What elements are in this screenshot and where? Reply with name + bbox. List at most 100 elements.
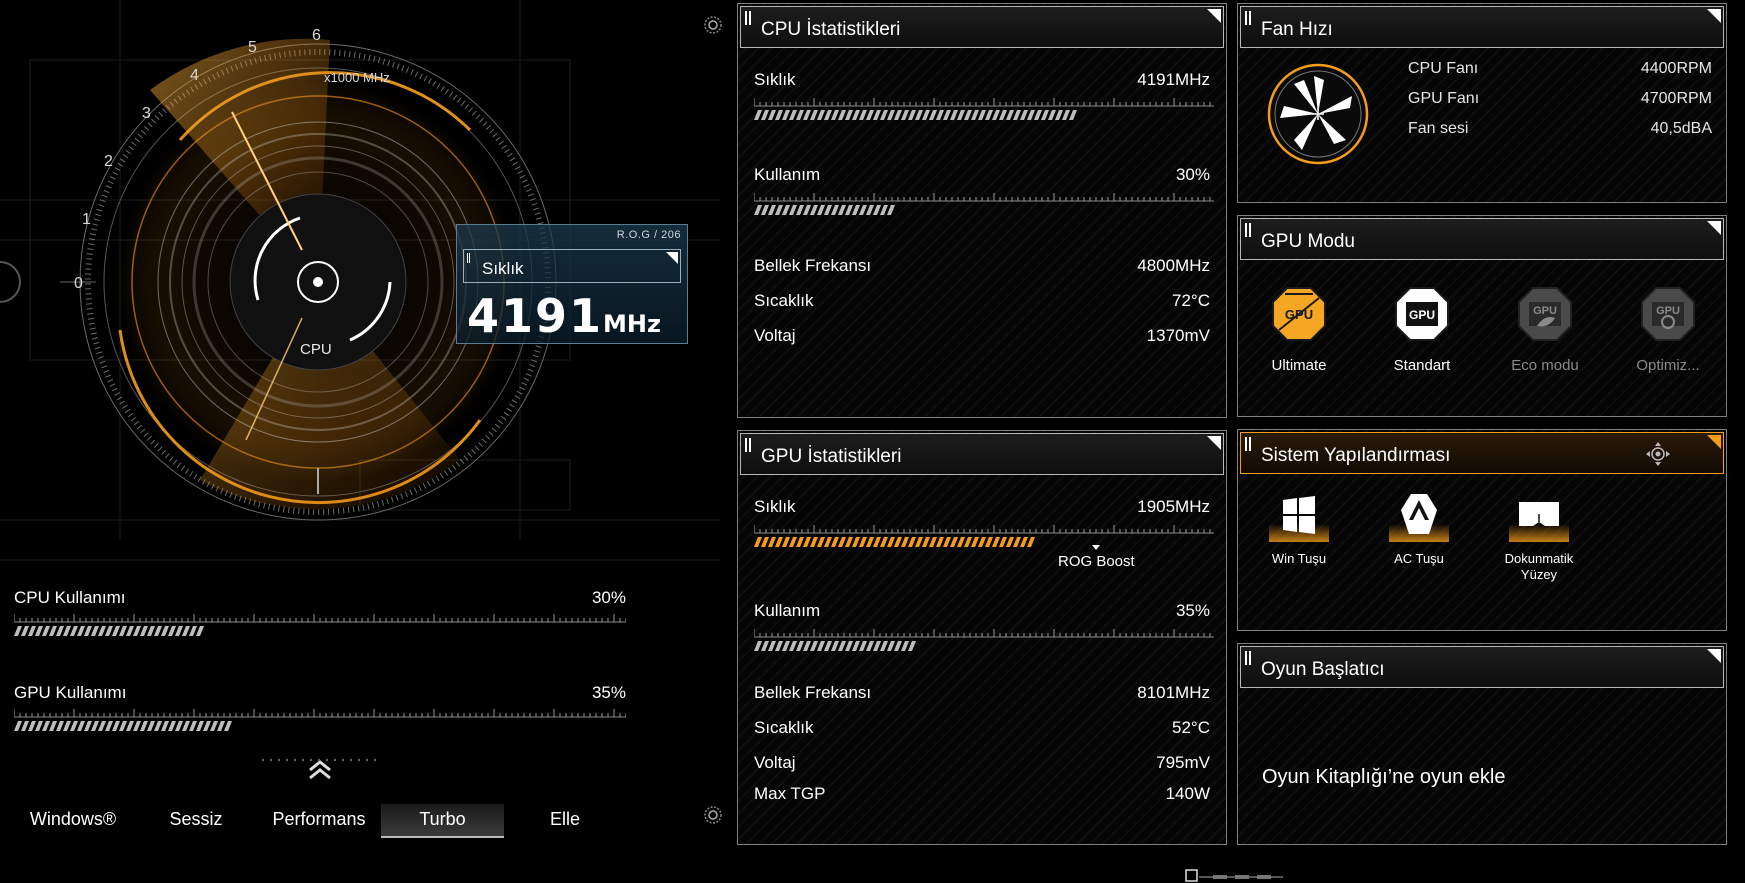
touchpad-toggle[interactable]: Dokunmatik Yüzey (1494, 490, 1584, 583)
gpu-mode-panel: GPU Modu GPU Ultimate GPU Standart GPU E… (1237, 215, 1727, 417)
bar-fill (754, 110, 1077, 120)
corner-triangle-icon (1207, 9, 1221, 23)
gpu-stats-header: GPU İstatistikleri (740, 433, 1224, 475)
cpu-frequency-readout: R.O.G / 206 Sıklık 4191MHz (456, 224, 688, 344)
gpu-chip-text: GPU (1285, 307, 1313, 322)
win-key-label: Win Tuşu (1271, 551, 1327, 566)
cpu-usage-value: 30% (1175, 165, 1210, 184)
game-launcher-title: Oyun Başlatıcı (1261, 659, 1385, 680)
gpu-mode-standard-label: Standart (1393, 357, 1451, 374)
gauge-tick-5: 5 (248, 39, 257, 56)
corner-triangle-icon (1707, 435, 1721, 449)
cpu-temperature-value: 72°C (1172, 291, 1210, 310)
ac-key-toggle[interactable]: AC Tuşu (1374, 490, 1464, 567)
cpu-usage-bar (754, 193, 1214, 215)
cpu-fan-value: 4400RPM (1640, 60, 1712, 77)
cpu-frequency-value: 4191MHz (1137, 70, 1210, 89)
move-icon[interactable] (1645, 441, 1671, 467)
cpu-memory-frequency-label: Bellek Frekansı (754, 256, 872, 275)
cpu-usage-meter: CPU Kullanımı 30% (14, 588, 626, 648)
cpu-voltage-value: 1370mV (1146, 326, 1210, 345)
page-indicator[interactable] (1185, 869, 1285, 883)
gpu-mode-optimized-label: Optimiz... (1636, 357, 1700, 374)
gpu-optimized-icon: GPU (1641, 287, 1695, 341)
armoury-crate-key-icon (1389, 494, 1449, 542)
gpu-usage-bar (754, 629, 1214, 651)
tick-marks-icon (1245, 437, 1251, 451)
tick-marks-icon (1245, 223, 1251, 237)
mode-turbo-button[interactable]: Turbo (381, 804, 504, 838)
bar-fill (754, 641, 916, 651)
frequency-unit: MHz (603, 310, 661, 338)
fan-speed-header: Fan Hızı (1240, 6, 1724, 48)
gpu-mode-eco-label: Eco modu (1511, 357, 1579, 374)
gpu-fan-value: 4700RPM (1640, 90, 1712, 107)
handle-dots (262, 759, 380, 761)
gpu-mode-ultimate-label: Ultimate (1271, 357, 1327, 374)
gauge-tick-3: 3 (142, 105, 151, 122)
mode-silent-button[interactable]: Sessiz (141, 804, 251, 838)
gpu-ultimate-icon: GPU (1272, 287, 1326, 341)
cpu-usage-bar (14, 614, 626, 636)
gauge-tick-2: 2 (104, 153, 113, 170)
gpu-stats-title: GPU İstatistikleri (761, 446, 902, 467)
gauge-center-label: CPU (300, 341, 332, 358)
frequency-value: 4191 (467, 289, 604, 343)
gpu-chip-text: GPU (1409, 308, 1435, 322)
gear-icon[interactable] (703, 15, 723, 35)
cpu-usage-value: 30% (591, 588, 626, 607)
gpu-mode-standard[interactable]: GPU Standart (1367, 284, 1477, 374)
cpu-memory-frequency-value: 4800MHz (1137, 256, 1210, 275)
fan-speed-panel: Fan Hızı CPU Fanı 4400RPM GPU Fanı 4700R… (1237, 3, 1727, 203)
mode-manual-button[interactable]: Elle (510, 804, 620, 838)
gear-icon[interactable] (703, 805, 723, 825)
gpu-temperature-label: Sıcaklık (754, 718, 814, 737)
cpu-frequency-label: Sıklık (754, 70, 796, 89)
bar-fill (14, 626, 204, 636)
cpu-frequency-bar (754, 98, 1214, 120)
cpu-fan-label: CPU Fanı (1408, 60, 1479, 77)
gpu-frequency-bar (754, 525, 1214, 547)
gpu-temperature-value: 52°C (1172, 718, 1210, 737)
cpu-stats-title: CPU İstatistikleri (761, 19, 901, 40)
corner-triangle-icon (1707, 221, 1721, 235)
fan-noise-label: Fan sesi (1408, 120, 1469, 137)
gpu-memory-frequency-value: 8101MHz (1137, 683, 1210, 702)
tick-marks-icon (1245, 11, 1251, 25)
gpu-chip-text: GPU (1533, 305, 1557, 317)
bar-fill (14, 721, 232, 731)
operating-mode-selector: Windows® Sessiz Performans Turbo Elle (0, 780, 640, 840)
frequency-label: Sıklık (482, 259, 524, 278)
gpu-usage-meter: GPU Kullanımı 35% (14, 683, 626, 743)
corner-triangle-icon (666, 252, 678, 264)
cpu-usage-label: Kullanım (754, 165, 821, 184)
gauge-tick-6: 6 (312, 27, 321, 44)
rog-boost-label: ROG Boost (1058, 553, 1135, 570)
corner-triangle-icon (1707, 649, 1721, 663)
gpu-frequency-value: 1905MHz (1137, 497, 1210, 516)
add-game-link[interactable]: Oyun Kitaplığı’ne oyun ekle (1262, 766, 1506, 789)
gpu-mode-optimized[interactable]: GPU Optimiz... (1613, 284, 1723, 374)
system-config-title: Sistem Yapılandırması (1261, 445, 1451, 466)
gpu-usage-bar (14, 709, 626, 731)
tick-marks-icon (745, 11, 751, 25)
cpu-temperature-label: Sıcaklık (754, 291, 814, 310)
gpu-mode-eco[interactable]: GPU Eco modu (1490, 284, 1600, 374)
system-config-header: Sistem Yapılandırması (1240, 432, 1724, 474)
mode-windows-button[interactable]: Windows® (18, 804, 128, 838)
gpu-eco-icon: GPU (1518, 287, 1572, 341)
touchpad-label: Dokunmatik Yüzey (1504, 551, 1574, 582)
gauge-tick-4: 4 (190, 67, 199, 84)
gpu-fan-label: GPU Fanı (1408, 90, 1480, 107)
gpu-mode-ultimate[interactable]: GPU Ultimate (1244, 284, 1354, 374)
gpu-frequency-label: Sıklık (754, 497, 796, 516)
bar-fill (754, 537, 1035, 547)
mode-performance-button[interactable]: Performans (264, 804, 374, 838)
system-config-panel: Sistem Yapılandırması Win Tuşu AC Tuşu D… (1237, 429, 1727, 631)
fan-noise-value: 40,5dBA (1650, 120, 1712, 137)
gpu-mode-title: GPU Modu (1261, 231, 1355, 252)
win-key-toggle[interactable]: Win Tuşu (1254, 490, 1344, 567)
game-launcher-panel: Oyun Başlatıcı Oyun Kitaplığı’ne oyun ek… (1237, 643, 1727, 845)
gauge-tick-1: 1 (82, 211, 91, 228)
cpu-stats-panel: CPU İstatistikleri Sıklık 4191MHz Kullan… (737, 3, 1227, 418)
